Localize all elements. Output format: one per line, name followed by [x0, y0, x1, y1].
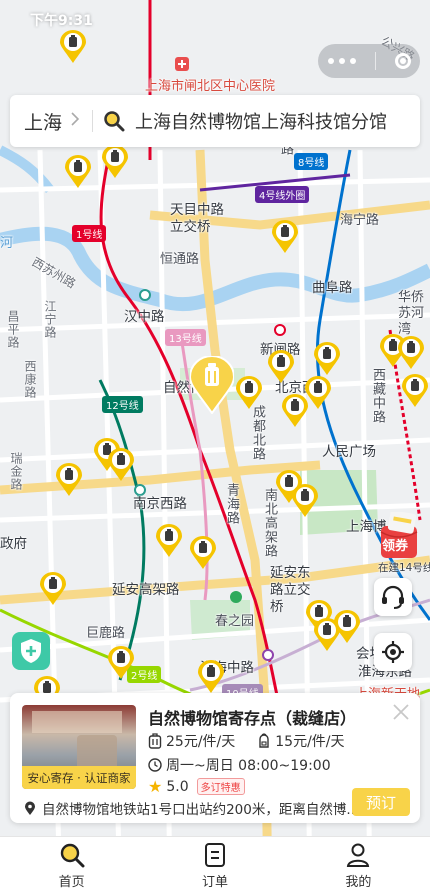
storage-pin[interactable] — [334, 610, 360, 644]
map-label-government: 政府 — [0, 536, 27, 552]
map-label-haining-road: 海宁路 — [340, 213, 380, 228]
map-label-changping-road: 昌平路 — [6, 310, 20, 349]
more-icon[interactable] — [327, 58, 356, 64]
storage-pin[interactable] — [198, 660, 224, 694]
coupon-sub-label: 在建14号线 — [378, 562, 430, 574]
headset-icon — [382, 585, 404, 609]
chevron-right-icon — [70, 111, 80, 132]
large-luggage-icon — [148, 733, 162, 749]
hours-row: 周一~周日 08:00~19:00 — [148, 755, 331, 775]
map-label-xikang-road: 西康路 — [23, 360, 37, 399]
storage-point-title: 自然博物馆寄存点（裁缝店） — [148, 709, 357, 728]
city-selector[interactable]: 上海 — [24, 108, 80, 135]
map-label-julu-road: 巨鹿路 — [86, 626, 126, 641]
bottom-tab-bar: 首页 订单 我的 — [0, 836, 430, 895]
tab-mine-label: 我的 — [345, 875, 372, 890]
tab-home-label: 首页 — [58, 875, 85, 890]
miniprogram-capsule — [318, 44, 420, 78]
storage-pin[interactable] — [108, 448, 134, 482]
status-bar: 下午9:31 — [0, 0, 430, 36]
map-label-huaqiao: 华侨苏河湾 — [398, 290, 425, 337]
map-label-xizang-middle-road: 西藏中路 — [370, 368, 385, 424]
map-label-hengtong-road: 恒通路 — [160, 252, 200, 267]
map-label-river: 河 — [0, 236, 14, 251]
storage-pin[interactable] — [398, 336, 424, 370]
map-label-hanzhong-road: 汉中路 — [124, 309, 165, 325]
storage-pin[interactable] — [102, 145, 128, 179]
user-icon — [347, 843, 370, 867]
storage-point-card[interactable]: 安心寄存 · 认证商家 自然博物馆寄存点（裁缝店） 25元/件/天 15元/件/… — [10, 693, 420, 823]
certified-merchant-badge: 安心寄存 · 认证商家 — [22, 766, 136, 789]
star-icon: ★ — [148, 777, 163, 796]
storage-pin[interactable] — [402, 374, 428, 408]
map-label-peoples-square: 人民广场 — [322, 444, 376, 460]
price-row: 25元/件/天 15元/件/天 — [148, 731, 367, 751]
storage-pin[interactable] — [292, 484, 318, 518]
search-input[interactable]: 上海自然博物馆上海科技馆分馆 — [135, 108, 387, 134]
search-bar: 上海 上海自然博物馆上海科技馆分馆 — [10, 95, 420, 147]
rating-value: 5.0 — [166, 778, 189, 795]
map-label-chunzhiyuan: 春之园 — [215, 614, 255, 629]
backpack-icon — [259, 733, 269, 748]
close-icon[interactable] — [392, 703, 410, 721]
status-time: 下午9:31 — [30, 13, 93, 29]
customer-service-button[interactable] — [374, 578, 412, 616]
storage-pin[interactable] — [272, 220, 298, 254]
storage-pin[interactable] — [190, 536, 216, 570]
close-miniprogram-icon[interactable] — [394, 53, 411, 69]
line-tag-4: 4号线外圈 — [255, 186, 310, 203]
selected-storage-pin[interactable] — [188, 355, 236, 415]
clock-icon — [148, 758, 162, 772]
price-small: 15元/件/天 — [275, 734, 345, 750]
search-icon — [103, 110, 125, 132]
insurance-button[interactable] — [12, 632, 50, 670]
map-label-qufu-road: 曲阜路 — [312, 280, 353, 296]
locate-icon — [382, 641, 404, 663]
tab-orders-label: 订单 — [201, 875, 228, 890]
opening-hours: 周一~周日 08:00~19:00 — [166, 758, 331, 774]
map-label-hospital: 上海市闸北区中心医院 — [145, 79, 276, 94]
book-button[interactable]: 预订 — [352, 788, 410, 816]
storage-pin[interactable] — [65, 155, 91, 189]
map-label-chengdu-north-road: 成都北路 — [250, 405, 265, 461]
storage-pin[interactable] — [305, 376, 331, 410]
storage-pin[interactable] — [268, 350, 294, 384]
storage-pin[interactable] — [56, 463, 82, 497]
discount-tag: 多订特惠 — [196, 778, 245, 795]
storage-pin[interactable] — [40, 572, 66, 606]
map-label-yanan-elevated: 延安高架路 — [112, 582, 180, 598]
search-icon — [60, 843, 85, 868]
line-tag-12: 12号线 — [102, 396, 143, 413]
line-tag-13: 13号线 — [165, 329, 206, 346]
map-label-nanjing-west-road: 南京西路 — [133, 496, 187, 512]
map-label-jiangning-road: 江宁路 — [43, 300, 57, 339]
address-row: 自然博物馆地铁站1号口出站约200米，距离自然博... — [24, 798, 359, 818]
price-large: 25元/件/天 — [166, 734, 236, 750]
rating-row: ★ 5.0 多订特惠 — [148, 777, 245, 796]
storage-pin[interactable] — [156, 524, 182, 558]
coupon-label: 领券 — [382, 539, 409, 554]
map-label-qinghai-road: 青海路 — [224, 483, 239, 525]
line-tag-1: 1号线 — [72, 225, 107, 242]
shield-plus-icon — [21, 639, 41, 663]
line-tag-8: 8号线 — [294, 153, 329, 170]
tab-orders[interactable]: 订单 — [143, 837, 286, 895]
storage-pin[interactable] — [236, 376, 262, 410]
location-pin-icon — [25, 801, 35, 815]
map-label-hengfeng-road: 瑞金路 — [9, 452, 23, 491]
tab-mine[interactable]: 我的 — [287, 837, 430, 895]
address-text: 自然博物馆地铁站1号口出站约200米，距离自然博... — [42, 802, 360, 818]
locate-button[interactable] — [374, 633, 412, 671]
storage-pin[interactable] — [314, 342, 340, 376]
order-icon — [204, 843, 225, 867]
city-label: 上海 — [24, 111, 63, 134]
map-label-tianmu-road: 天目中路立交桥 — [170, 202, 224, 235]
storage-pin[interactable] — [108, 646, 134, 680]
tab-home[interactable]: 首页 — [0, 837, 143, 895]
